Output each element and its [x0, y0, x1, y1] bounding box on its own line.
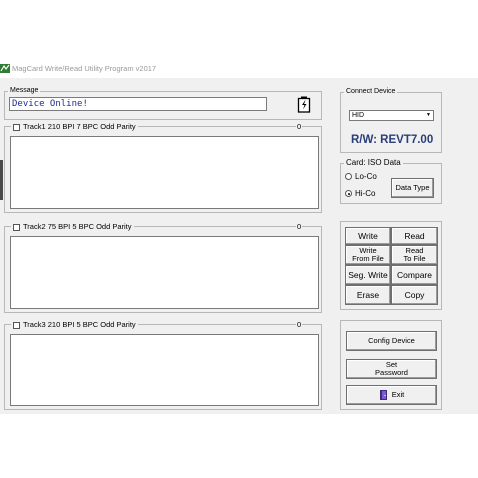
track3-group: Track3 210 BPI 5 BPC Odd Parity 0: [4, 320, 322, 410]
write-from-file-button[interactable]: Write From File: [345, 245, 391, 265]
hi-co-radio[interactable]: Hi-Co: [345, 189, 375, 199]
app-icon: [0, 64, 10, 73]
erase-button[interactable]: Erase: [345, 285, 391, 305]
side-panel-handle[interactable]: [0, 160, 3, 200]
device-status: R/W: REVT7.00: [351, 134, 434, 146]
lo-co-radio-circle[interactable]: [345, 173, 352, 181]
track2-label: Track2 75 BPI 5 BPC Odd Parity: [11, 222, 134, 232]
battery-icon: [297, 96, 311, 113]
read-to-file-button[interactable]: Read To File: [391, 245, 438, 265]
write-button[interactable]: Write: [345, 227, 391, 245]
message-field: Device Online!: [9, 97, 267, 111]
track1-group: Track1 210 BPI 7 BPC Odd Parity 0: [4, 122, 322, 213]
app-window: MagCard Write/Read Utility Program v2017…: [0, 58, 478, 414]
exit-label: Exit: [391, 390, 405, 399]
seg-write-button[interactable]: Seg. Write: [345, 265, 391, 285]
write-from-file-line2: From File: [352, 254, 384, 263]
connect-device-label: Connect Device: [344, 87, 398, 97]
data-type-button[interactable]: Data Type: [391, 178, 434, 198]
lo-co-radio[interactable]: Lo-Co: [345, 172, 377, 182]
actions-group: Write Read Write From File Read To File …: [340, 221, 442, 310]
battery-button[interactable]: [297, 96, 311, 113]
title-bar: MagCard Write/Read Utility Program v2017: [0, 58, 478, 78]
track1-count: 0: [296, 122, 303, 132]
set-password-line2: Password: [375, 368, 408, 377]
message-text: Device Online!: [12, 99, 88, 109]
track1-label-text: Track1 210 BPI 7 BPC Odd Parity: [23, 122, 136, 131]
read-button[interactable]: Read: [391, 227, 438, 245]
track2-checkbox[interactable]: [13, 223, 20, 231]
read-to-file-line2: To File: [403, 254, 426, 263]
hi-co-label: Hi-Co: [355, 189, 376, 198]
track3-data-field[interactable]: [10, 334, 319, 406]
copy-button[interactable]: Copy: [391, 285, 438, 305]
message-group: Message Device Online!: [4, 86, 322, 120]
message-label: Message: [8, 86, 41, 96]
window-title: MagCard Write/Read Utility Program v2017: [12, 64, 157, 73]
track1-checkbox[interactable]: [13, 123, 20, 131]
track3-label: Track3 210 BPI 5 BPC Odd Parity: [11, 320, 138, 330]
track3-checkbox[interactable]: [13, 321, 20, 329]
config-device-button[interactable]: Config Device: [346, 331, 437, 351]
track2-group: Track2 75 BPI 5 BPC Odd Parity 0: [4, 222, 322, 313]
connect-device-group: Connect Device HID ▼ R/W: REVT7.00: [340, 87, 442, 153]
card-iso-group: Card: ISO Data Lo-Co Hi-Co Data Type: [340, 158, 442, 204]
card-iso-label: Card: ISO Data: [344, 158, 403, 168]
door-exit-icon: [379, 390, 387, 400]
track3-count: 0: [296, 320, 303, 330]
track2-count: 0: [296, 222, 303, 232]
config-group: Config Device Set Password Exit: [340, 320, 442, 410]
hi-co-radio-circle[interactable]: [345, 190, 352, 198]
chevron-down-icon: ▼: [426, 112, 431, 118]
track2-data-field[interactable]: [10, 236, 319, 309]
device-select[interactable]: HID ▼: [349, 110, 434, 121]
lo-co-label: Lo-Co: [355, 172, 377, 181]
track3-label-text: Track3 210 BPI 5 BPC Odd Parity: [23, 320, 136, 329]
track1-label: Track1 210 BPI 7 BPC Odd Parity: [11, 122, 138, 132]
set-password-button[interactable]: Set Password: [346, 359, 437, 379]
exit-button[interactable]: Exit: [346, 385, 437, 405]
device-select-value: HID: [352, 112, 365, 119]
track2-label-text: Track2 75 BPI 5 BPC Odd Parity: [23, 222, 132, 231]
track1-data-field[interactable]: [10, 136, 319, 209]
compare-button[interactable]: Compare: [391, 265, 438, 285]
